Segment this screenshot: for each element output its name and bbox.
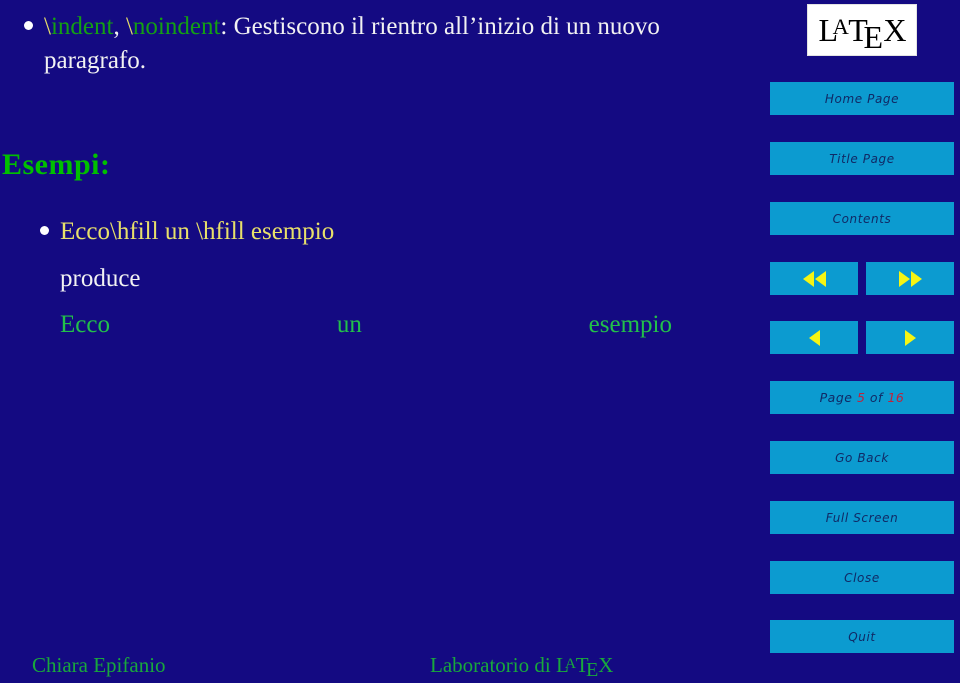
nav-button-title-page[interactable]: Title Page: [770, 142, 954, 175]
nav-button-label: Contents: [832, 211, 892, 226]
triangle-left-icon: [814, 270, 826, 287]
nav-button-full-screen[interactable]: Full Screen: [770, 501, 954, 534]
bullet-marker-icon: [24, 21, 33, 30]
page-prefix: Page: [819, 390, 853, 405]
nav-button-next-page[interactable]: [866, 321, 954, 354]
latex-e: E: [863, 18, 884, 55]
command-indent: indent: [50, 13, 114, 40]
output-word-1: Ecco: [60, 311, 110, 338]
nav-button-label: Quit: [848, 629, 876, 644]
double-left-arrow-icon: [802, 270, 826, 287]
nav-button-contents[interactable]: Contents: [770, 202, 954, 235]
example-produce-label: produce: [60, 265, 141, 292]
triangle-right-icon: [904, 329, 916, 346]
latex-a: A: [564, 656, 576, 673]
latex-logo-box: LATEX: [807, 4, 917, 56]
page-indicator-label: Page 5 of 16: [820, 390, 905, 405]
bullet-text-indent: \indent, \noindent: Gestiscono il rientr…: [44, 10, 684, 78]
navigation-panel: LATEX Home Page Title Page Contents Page…: [770, 0, 954, 683]
right-arrow-icon: [904, 329, 916, 346]
nav-button-first-page[interactable]: [770, 262, 858, 295]
bullet-marker-icon: [40, 226, 49, 235]
latex-x: X: [883, 11, 906, 48]
footer-course-prefix: Laboratorio di: [430, 653, 556, 677]
nav-button-label: Home Page: [824, 91, 900, 106]
example-block: Ecco\hfill un \hfill esempio produce: [60, 215, 700, 296]
nav-button-label: Full Screen: [825, 510, 899, 525]
output-word-2: un: [336, 311, 362, 338]
latex-x: X: [598, 653, 613, 677]
triangle-right-icon: [910, 270, 922, 287]
backslash-token: \: [44, 13, 51, 40]
nav-button-label: Title Page: [829, 151, 895, 166]
example-output-line: Ecco un esempio: [60, 311, 672, 339]
page-current: 5: [856, 390, 866, 405]
footer-author: Chiara Epifanio: [32, 653, 166, 677]
slide-footer: Chiara Epifanio Laboratorio di LATEX: [0, 641, 752, 683]
section-heading-esempi: Esempi:: [2, 148, 111, 181]
separator-text: ,: [113, 13, 126, 40]
latex-e: E: [586, 659, 598, 682]
slide-content-area: \indent, \noindent: Gestiscono il rientr…: [0, 0, 752, 683]
latex-logo: LATEX: [819, 11, 907, 55]
nav-button-close[interactable]: Close: [770, 561, 954, 594]
latex-a: A: [832, 13, 849, 39]
nav-button-label: Close: [844, 570, 880, 585]
double-right-arrow-icon: [898, 270, 922, 287]
nav-button-go-back[interactable]: Go Back: [770, 441, 954, 474]
page-indicator[interactable]: Page 5 of 16: [770, 381, 954, 414]
example-code-line: Ecco\hfill un \hfill esempio: [60, 218, 335, 245]
footer-course: Laboratorio di LATEX: [430, 653, 613, 681]
page-middle: of: [869, 390, 883, 405]
nav-button-label: Go Back: [835, 450, 889, 465]
triangle-left-icon: [808, 329, 820, 346]
triangle-left-icon: [802, 270, 814, 287]
nav-button-quit[interactable]: Quit: [770, 620, 954, 653]
bullet-item-indent: \indent, \noindent: Gestiscono il rientr…: [24, 10, 714, 78]
presentation-slide: \indent, \noindent: Gestiscono il rientr…: [0, 0, 960, 683]
command-noindent: noindent: [132, 13, 221, 40]
bullet-item-example: Ecco\hfill un \hfill esempio produce: [40, 215, 720, 296]
nav-button-previous-page[interactable]: [770, 321, 858, 354]
nav-button-home-page[interactable]: Home Page: [770, 82, 954, 115]
footer-latex-logo: LATEX: [556, 653, 613, 681]
output-word-3: esempio: [588, 311, 672, 338]
nav-button-last-page[interactable]: [866, 262, 954, 295]
backslash-token: \: [125, 13, 133, 40]
left-arrow-icon: [808, 329, 820, 346]
page-total: 16: [887, 390, 905, 405]
triangle-right-icon: [898, 270, 910, 287]
